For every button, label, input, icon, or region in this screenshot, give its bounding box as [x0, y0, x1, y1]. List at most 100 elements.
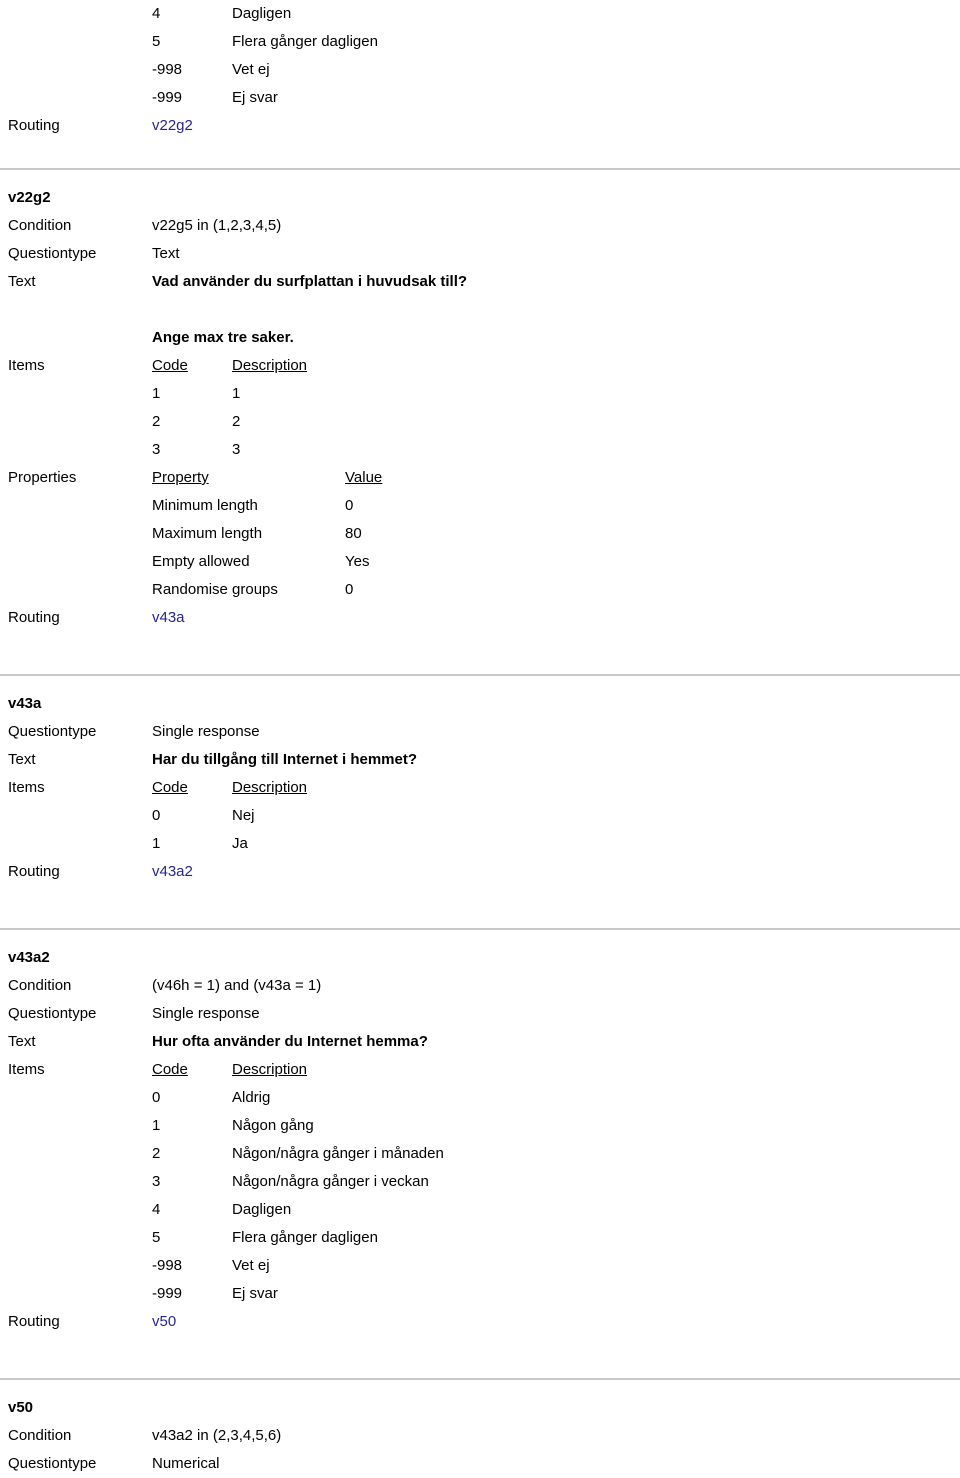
- properties-label: Properties: [8, 469, 77, 486]
- item-description: 2: [232, 413, 241, 430]
- items-header-code: Code: [152, 779, 188, 796]
- routing-link[interactable]: v43a: [152, 604, 960, 632]
- question-block-v22g2: v22g2 Condition v22g5 in (1,2,3,4,5) Que…: [0, 184, 960, 632]
- item-entry: 2 2: [152, 408, 960, 436]
- continued-items-block: 4 Dagligen 5 Flera gånger dagligen -998 …: [0, 0, 960, 140]
- items-header-description: Description: [232, 1061, 308, 1078]
- items-table: Code Description 0 Aldrig 1 Någon gång 2…: [152, 1056, 960, 1308]
- item-code: 3: [152, 1173, 161, 1190]
- items-header-code: Code: [152, 1061, 188, 1078]
- item-code: -999: [152, 1285, 183, 1302]
- item-code: 1: [152, 835, 161, 852]
- property-name: Maximum length: [152, 525, 263, 542]
- item-description: Ej svar: [232, 89, 278, 106]
- routing-label: Routing: [8, 609, 60, 626]
- item-row-values: 4 Dagligen: [152, 0, 960, 28]
- item-code: 5: [152, 1229, 161, 1246]
- items-row: Items Code Description 0 Nej 1 Ja: [0, 774, 960, 858]
- questiontype-row: Questiontype Single response: [0, 1000, 960, 1028]
- property-entry: Maximum length 80: [152, 520, 960, 548]
- item-row: -999 Ej svar: [0, 84, 960, 112]
- question-block-v43a2: v43a2 Condition (v46h = 1) and (v43a = 1…: [0, 944, 960, 1336]
- items-header-description: Description: [232, 779, 308, 796]
- item-entry: 0 Nej: [152, 802, 960, 830]
- text-label: Text: [8, 273, 36, 290]
- item-description: Flera gånger dagligen: [232, 1229, 378, 1246]
- item-code: 4: [152, 1201, 161, 1218]
- condition-label: Condition: [8, 1427, 72, 1444]
- item-description: Dagligen: [232, 1201, 292, 1218]
- item-row-values: 5 Flera gånger dagligen: [152, 28, 960, 56]
- properties-header-value: Value: [345, 469, 383, 486]
- item-code: -999: [152, 89, 183, 106]
- item-code: 0: [152, 807, 161, 824]
- item-description: Någon gång: [232, 1117, 314, 1134]
- question-id-heading: v43a2: [8, 949, 50, 966]
- property-entry: Randomise groups 0: [152, 576, 960, 604]
- questiontype-label: Questiontype: [8, 245, 97, 262]
- question-text-row-2: Ange max tre saker.: [0, 296, 960, 352]
- items-table-header: Code Description: [152, 774, 960, 802]
- property-value: Yes: [345, 553, 370, 570]
- question-block-v50: v50 Condition v43a2 in (2,3,4,5,6) Quest…: [0, 1394, 960, 1478]
- condition-value: (v46h = 1) and (v43a = 1): [152, 977, 322, 994]
- items-header-code: Code: [152, 357, 188, 374]
- questiontype-label: Questiontype: [8, 1455, 97, 1472]
- property-value: 0: [345, 581, 354, 598]
- properties-row: Properties Property Value Minimum length…: [0, 464, 960, 604]
- item-description: Dagligen: [232, 5, 292, 22]
- routing-row: Routing v22g2: [0, 112, 960, 140]
- item-entry: -998 Vet ej: [152, 56, 960, 84]
- item-row: -998 Vet ej: [0, 56, 960, 84]
- item-code: 2: [152, 413, 161, 430]
- items-table-header: Code Description: [152, 1056, 960, 1084]
- item-entry: 1 1: [152, 380, 960, 408]
- condition-row: Condition v22g5 in (1,2,3,4,5): [0, 212, 960, 240]
- properties-table: Property Value Minimum length 0 Maximum …: [152, 464, 960, 604]
- items-label: Items: [8, 779, 45, 796]
- property-name: Randomise groups: [152, 581, 278, 598]
- routing-row: Routing v43a2: [0, 858, 960, 886]
- routing-link[interactable]: v22g2: [152, 112, 960, 140]
- question-text-line-1: Hur ofta använder du Internet hemma?: [152, 1033, 428, 1050]
- condition-value: v43a2 in (2,3,4,5,6): [152, 1427, 282, 1444]
- routing-label: Routing: [8, 863, 60, 880]
- question-text-line-2: Ange max tre saker.: [152, 329, 294, 346]
- question-text-row: Text Hur ofta använder du Internet hemma…: [0, 1028, 960, 1056]
- item-entry: 5 Flera gånger dagligen: [152, 1224, 960, 1252]
- item-description: 1: [232, 385, 241, 402]
- items-table: Code Description 1 1 2 2 3 3: [152, 352, 960, 464]
- routing-link[interactable]: v43a2: [152, 858, 960, 886]
- items-label: Items: [8, 357, 45, 374]
- item-description: Någon/några gånger i månaden: [232, 1145, 444, 1162]
- item-description: Ja: [232, 835, 248, 852]
- item-entry: -998 Vet ej: [152, 1252, 960, 1280]
- item-description: Nej: [232, 807, 255, 824]
- question-text-line-1: Vad använder du surfplattan i huvudsak t…: [152, 273, 468, 290]
- condition-label: Condition: [8, 217, 72, 234]
- questiontype-row: Questiontype Single response: [0, 718, 960, 746]
- items-header-description: Description: [232, 357, 308, 374]
- property-name: Empty allowed: [152, 553, 250, 570]
- item-code: -998: [152, 61, 183, 78]
- question-id-heading: v50: [8, 1399, 34, 1416]
- questiontype-label: Questiontype: [8, 723, 97, 740]
- item-code: -998: [152, 1257, 183, 1274]
- routing-link[interactable]: v50: [152, 1308, 960, 1336]
- property-entry: Empty allowed Yes: [152, 548, 960, 576]
- item-code: 1: [152, 385, 161, 402]
- questiontype-row: Questiontype Text: [0, 240, 960, 268]
- text-label: Text: [8, 1033, 36, 1050]
- routing-label: Routing: [8, 1313, 60, 1330]
- condition-value: v22g5 in (1,2,3,4,5): [152, 217, 282, 234]
- questiontype-label: Questiontype: [8, 1005, 97, 1022]
- item-row-values: -998 Vet ej: [152, 56, 960, 84]
- item-description: Aldrig: [232, 1089, 271, 1106]
- item-row: 5 Flera gånger dagligen: [0, 28, 960, 56]
- question-id-heading: v22g2: [8, 189, 51, 206]
- item-description: 3: [232, 441, 241, 458]
